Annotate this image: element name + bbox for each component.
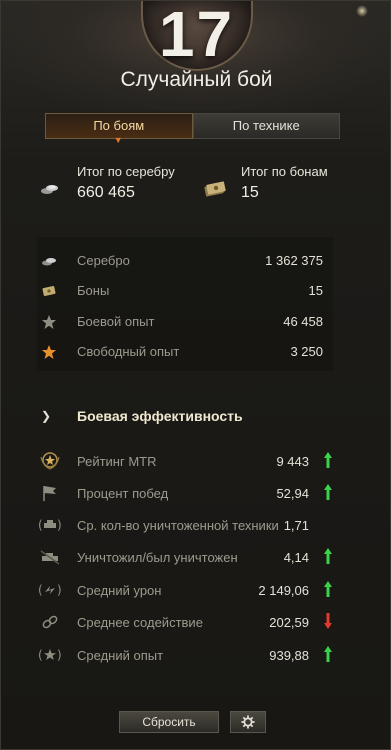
income-row-free-xp: Свободный опыт 3 250 [37,340,337,364]
efficiency-value: 52,94 [276,486,309,501]
income-value: 15 [308,283,323,298]
xp-star-icon: ( ) [38,648,62,662]
tab-by-vehicles[interactable]: По технике [192,113,340,139]
efficiency-row-destroyed: ( ) Ср. кол-во уничтоженной техники 1,71 [37,513,347,537]
view-tabs: По боям ▼ По технике [45,113,340,145]
session-stats-panel: 17 Случайный бой По боям ▼ По технике Ит… [0,0,391,750]
efficiency-value: 2 149,06 [258,583,309,598]
efficiency-value: 202,59 [269,615,309,630]
efficiency-label: Уничтожил/был уничтожен [77,550,238,565]
battle-count: 17 [158,0,235,70]
star-icon [42,315,56,329]
efficiency-row-winrate: Процент побед 52,94 [37,481,347,505]
efficiency-label: Ср. кол-во уничтоженной техники [77,518,279,533]
total-bonds-label: Итог по бонам [241,164,328,179]
trend-up-icon [324,452,332,468]
efficiency-label: Средний опыт [77,648,164,663]
efficiency-row-rating: Рейтинг MTR 9 443 [37,449,347,473]
efficiency-value: 9 443 [276,454,309,469]
totals-block: Итог по серебру 660 465 Итог по бонам 15 [39,162,359,212]
efficiency-value: 1,71 [283,518,309,533]
efficiency-label: Средний урон [77,583,162,598]
bonds-icon [42,286,56,296]
tab-by-vehicles-label: По технике [232,118,300,133]
rating-badge-icon [40,452,60,470]
assist-icon [42,615,58,629]
efficiency-row-avg-xp: ( ) Средний опыт 939,88 [37,643,347,667]
bonds-icon [204,181,226,197]
reset-button[interactable]: Сбросить [119,711,219,733]
kill-death-icon [40,550,60,565]
income-row-combat-xp: Боевой опыт 46 458 [37,310,337,334]
income-label: Боевой опыт [77,314,155,329]
trend-up-icon [324,581,332,597]
total-bonds-value: 15 [241,184,259,201]
active-tab-caret-icon: ▼ [113,135,123,145]
income-row-bonds: Боны 15 [37,279,337,303]
destroyed-tank-icon: ( ) [38,518,62,532]
silver-icon [42,258,56,266]
tab-by-battles-label: По боям [93,118,145,133]
chevron-down-icon: ❯ [41,409,52,423]
total-silver-label: Итог по серебру [77,164,175,179]
svg-text:): ) [57,648,62,662]
income-label: Свободный опыт [77,344,180,359]
income-label: Серебро [77,253,130,268]
gear-icon [241,715,255,729]
trend-down-icon [324,613,332,629]
free-xp-star-icon [42,345,56,359]
silver-coins-icon [41,185,58,194]
efficiency-label: Процент побед [77,486,169,501]
efficiency-row-kd: Уничтожил/был уничтожен 4,14 [37,545,347,569]
damage-icon: ( ) [38,583,62,597]
efficiency-title: Боевая эффективность [77,408,243,424]
trend-up-icon [324,548,332,564]
efficiency-section-toggle[interactable]: ❯ Боевая эффективность [41,407,341,429]
svg-text:): ) [57,583,62,597]
efficiency-label: Рейтинг MTR [77,454,157,469]
trend-up-icon [324,646,332,662]
income-label: Боны [77,283,110,298]
efficiency-row-damage: ( ) Средний урон 2 149,06 [37,578,347,602]
svg-text:): ) [57,518,62,532]
income-row-silver: Серебро 1 362 375 [37,249,337,273]
income-value: 1 362 375 [265,253,323,268]
battle-mode-title: Случайный бой [120,68,273,91]
total-silver-value: 660 465 [77,184,135,201]
flag-icon [43,486,56,501]
tab-by-battles[interactable]: По боям ▼ [45,113,193,145]
efficiency-row-assist: Среднее содействие 202,59 [37,610,347,634]
svg-text:(: ( [38,583,43,597]
settings-button[interactable] [230,711,266,733]
trend-up-icon [324,484,332,500]
svg-text:(: ( [38,518,43,532]
efficiency-label: Среднее содействие [77,615,203,630]
income-value: 3 250 [290,344,323,359]
income-value: 46 458 [283,314,323,329]
efficiency-value: 939,88 [269,648,309,663]
svg-text:(: ( [38,648,43,662]
efficiency-value: 4,14 [283,550,309,565]
